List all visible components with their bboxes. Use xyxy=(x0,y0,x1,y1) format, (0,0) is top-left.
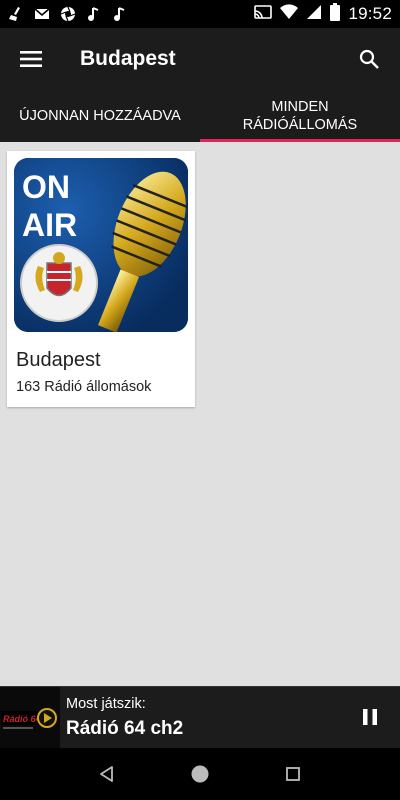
tab-label: ÚJONNAN HOZZÁADVA xyxy=(19,108,181,124)
tab-label-line1: MINDEN xyxy=(271,99,329,115)
station-card-count: 163 Rádió állomások xyxy=(16,379,152,395)
now-playing-station: Rádió 64 ch2 xyxy=(66,718,184,739)
gmail-icon xyxy=(34,6,50,22)
cast-icon xyxy=(254,4,273,25)
broom-icon xyxy=(8,6,24,22)
system-icons: 19:52 xyxy=(254,2,392,26)
now-playing-label: Most játszik: xyxy=(66,696,146,712)
music-note-icon xyxy=(112,6,128,22)
on-air-microphone-image: ON AIR xyxy=(14,158,188,332)
menu-button[interactable] xyxy=(0,28,62,90)
pause-button[interactable] xyxy=(358,705,382,729)
signal-icon xyxy=(306,4,322,25)
station-grid: ON AIR Budapest 163 Rádió állomások xyxy=(0,142,400,686)
music-note-icon xyxy=(86,6,102,22)
system-nav-bar xyxy=(0,748,400,800)
station-card-title: Budapest xyxy=(16,349,101,371)
search-button[interactable] xyxy=(338,28,400,90)
search-icon xyxy=(359,49,379,69)
pause-icon xyxy=(363,709,377,725)
notification-icons xyxy=(8,6,128,22)
home-icon xyxy=(191,765,209,783)
recents-icon xyxy=(286,767,301,781)
home-button[interactable] xyxy=(180,754,220,794)
wifi-icon xyxy=(280,3,299,25)
battery-icon xyxy=(330,2,341,26)
art-text-air: AIR xyxy=(22,207,77,243)
recents-button[interactable] xyxy=(273,754,313,794)
clock: 19:52 xyxy=(348,4,392,23)
station-logo: Rádió 64 xyxy=(0,687,60,749)
station-card[interactable]: ON AIR Budapest 163 Rádió állomások xyxy=(7,151,195,407)
tab-label-line2: RÁDIÓÁLLOMÁS xyxy=(242,117,358,133)
tab-newly-added[interactable]: ÚJONNAN HOZZÁADVA xyxy=(0,90,200,142)
aperture-icon xyxy=(60,6,76,22)
back-icon xyxy=(99,766,113,782)
svg-text:Rádió 64: Rádió 64 xyxy=(3,714,41,724)
tab-bar: ÚJONNAN HOZZÁADVA MINDEN RÁDIÓÁLLOMÁS xyxy=(0,90,400,142)
hamburger-menu-icon xyxy=(20,51,42,67)
tab-all-stations[interactable]: MINDEN RÁDIÓÁLLOMÁS xyxy=(200,90,400,142)
app-bar: Budapest xyxy=(0,28,400,90)
back-button[interactable] xyxy=(87,754,127,794)
page-title: Budapest xyxy=(80,47,176,70)
status-bar: 19:52 xyxy=(0,0,400,28)
now-playing-bar[interactable]: Rádió 64 Most játszik: Rádió 64 ch2 xyxy=(0,686,400,749)
art-text-on: ON xyxy=(22,169,70,205)
